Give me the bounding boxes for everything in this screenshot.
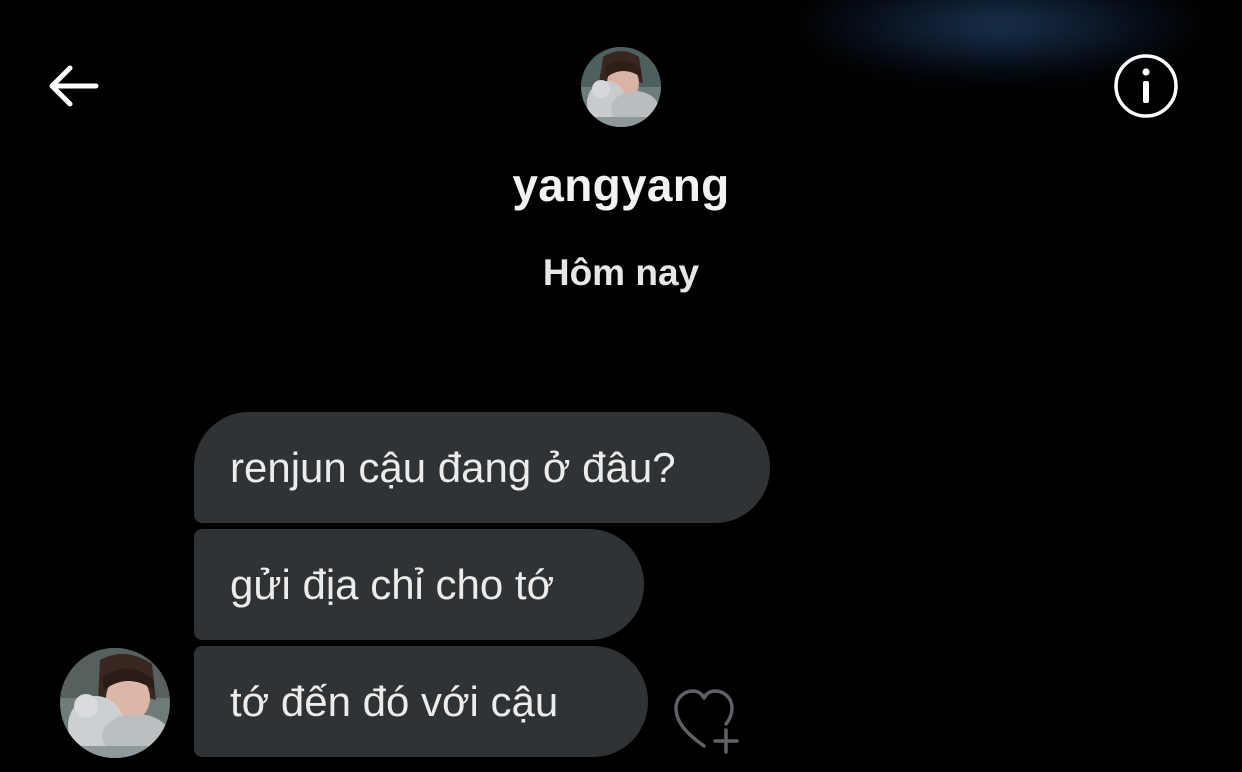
back-button[interactable] bbox=[40, 56, 104, 116]
heart-plus-icon bbox=[674, 689, 739, 754]
profile-photo bbox=[581, 47, 661, 127]
conversation-info-button[interactable] bbox=[1112, 52, 1180, 120]
profile-photo bbox=[60, 648, 170, 758]
sender-avatar[interactable] bbox=[60, 648, 170, 758]
conversation-username: yangyang bbox=[512, 159, 730, 211]
message-bubble[interactable]: tớ đến đó với cậu bbox=[194, 646, 648, 757]
day-separator: Hôm nay bbox=[542, 252, 700, 293]
dm-conversation-screen: yangyang Hôm nay renjun cậu đang ở đâu? … bbox=[0, 0, 1242, 772]
header-avatar[interactable] bbox=[581, 47, 661, 127]
info-icon bbox=[1114, 54, 1178, 118]
message-bubble[interactable]: gửi địa chỉ cho tớ bbox=[194, 529, 644, 640]
arrow-left-icon bbox=[49, 65, 99, 107]
message-bubble[interactable]: renjun cậu đang ở đâu? bbox=[194, 412, 770, 523]
react-button[interactable] bbox=[668, 684, 746, 756]
